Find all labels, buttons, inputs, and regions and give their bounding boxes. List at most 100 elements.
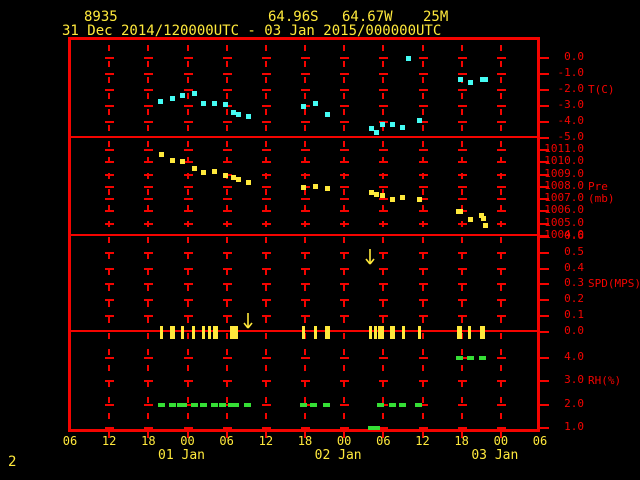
grid-cross xyxy=(222,198,232,201)
grid-cross xyxy=(183,426,193,429)
temperature-point xyxy=(325,112,331,117)
grid-cross xyxy=(183,185,193,188)
grid-cross xyxy=(183,121,193,123)
grid-cross xyxy=(457,315,467,318)
grid-column xyxy=(382,45,385,428)
grid-cross xyxy=(183,251,193,254)
grid-cross xyxy=(418,222,428,225)
grid-cross xyxy=(418,173,428,176)
grid-cross xyxy=(261,222,271,225)
temperature-point xyxy=(483,76,489,82)
grid-cross xyxy=(105,73,115,75)
grid-cross xyxy=(418,105,428,107)
y-tick-label: 1009.0 xyxy=(544,166,584,180)
grid-cross xyxy=(340,173,350,176)
grid-cross xyxy=(222,380,232,383)
grid-cross xyxy=(301,222,310,225)
grid-cross xyxy=(261,357,271,359)
grid-cross xyxy=(379,57,389,59)
grid-column xyxy=(460,45,463,428)
grid-cross xyxy=(222,57,232,59)
grid-cross xyxy=(144,299,154,302)
humidity-point xyxy=(179,402,187,407)
pressure-point xyxy=(468,216,474,222)
wind-calm-bar xyxy=(381,325,385,339)
x-hour-label: 06 xyxy=(219,434,234,448)
grid-cross xyxy=(105,267,115,270)
grid-cross xyxy=(222,222,232,225)
grid-cross xyxy=(261,299,271,302)
humidity-point xyxy=(414,402,422,407)
humidity-point xyxy=(373,425,381,430)
grid-column xyxy=(421,45,424,428)
grid-cross xyxy=(418,426,428,429)
grid-cross xyxy=(379,357,389,359)
grid-cross xyxy=(301,73,310,75)
grid-cross xyxy=(261,89,271,91)
grid-cross xyxy=(379,267,389,270)
y-tick-label: 0.2 xyxy=(564,292,584,306)
y-tick-label: -4.0 xyxy=(557,114,585,127)
pressure-point xyxy=(222,172,228,178)
grid-cross xyxy=(457,121,467,123)
temperature-point xyxy=(246,113,252,119)
grid-cross xyxy=(340,267,350,270)
pressure-point xyxy=(169,157,175,163)
grid-cross xyxy=(418,161,428,164)
y-tick-label: 1011.0 xyxy=(544,142,584,155)
grid-cross xyxy=(144,210,154,213)
grid-cross xyxy=(379,222,389,225)
pressure-point xyxy=(389,197,395,203)
humidity-point xyxy=(322,402,330,407)
grid-cross xyxy=(496,161,506,164)
pressure-point xyxy=(235,177,241,183)
grid-cross xyxy=(457,267,467,270)
grid-cross xyxy=(418,73,428,75)
grid-cross xyxy=(144,267,154,270)
grid-cross xyxy=(379,299,389,302)
y-tick-label: -2.0 xyxy=(557,82,585,95)
grid-column xyxy=(499,45,502,428)
grid-cross xyxy=(496,426,506,429)
wind-calm-bar xyxy=(417,325,421,339)
grid-cross xyxy=(418,57,428,59)
grid-cross xyxy=(261,161,271,164)
grid-cross xyxy=(261,283,271,286)
grid-cross xyxy=(340,299,350,302)
grid-cross xyxy=(340,380,350,383)
grid-cross xyxy=(496,198,506,201)
pressure-point xyxy=(380,193,386,199)
wind-calm-bar xyxy=(192,325,196,339)
grid-cross xyxy=(496,149,506,151)
grid-cross xyxy=(144,315,154,318)
pressure-point xyxy=(301,184,307,190)
grid-cross xyxy=(496,299,506,302)
grid-column xyxy=(304,45,306,428)
x-hour-label: 06 xyxy=(62,434,78,448)
grid-cross xyxy=(183,222,193,225)
grid-cross xyxy=(340,251,350,254)
grid-cross xyxy=(457,57,467,59)
grid-cross xyxy=(183,210,193,213)
grid-cross xyxy=(340,426,350,429)
wind-calm-bar xyxy=(208,325,212,339)
grid-cross xyxy=(457,173,467,176)
grid-cross xyxy=(183,357,193,359)
grid-cross xyxy=(379,89,389,91)
grid-cross xyxy=(183,198,193,201)
grid-cross xyxy=(379,380,389,383)
grid-cross xyxy=(261,185,271,188)
grid-cross xyxy=(340,403,350,406)
grid-cross xyxy=(261,149,271,151)
y-tick-label: 1010.0 xyxy=(544,154,584,168)
y-tick-label: -1.0 xyxy=(557,66,585,79)
humidity-point xyxy=(232,402,240,407)
grid-cross xyxy=(379,251,389,254)
x-day-label: 03 Jan xyxy=(471,448,519,463)
grid-cross xyxy=(340,185,350,188)
grid-cross xyxy=(144,149,154,151)
grid-cross xyxy=(496,121,506,123)
grid-cross xyxy=(261,315,271,318)
grid-cross xyxy=(105,299,115,302)
x-hour-label: 06 xyxy=(376,434,391,448)
